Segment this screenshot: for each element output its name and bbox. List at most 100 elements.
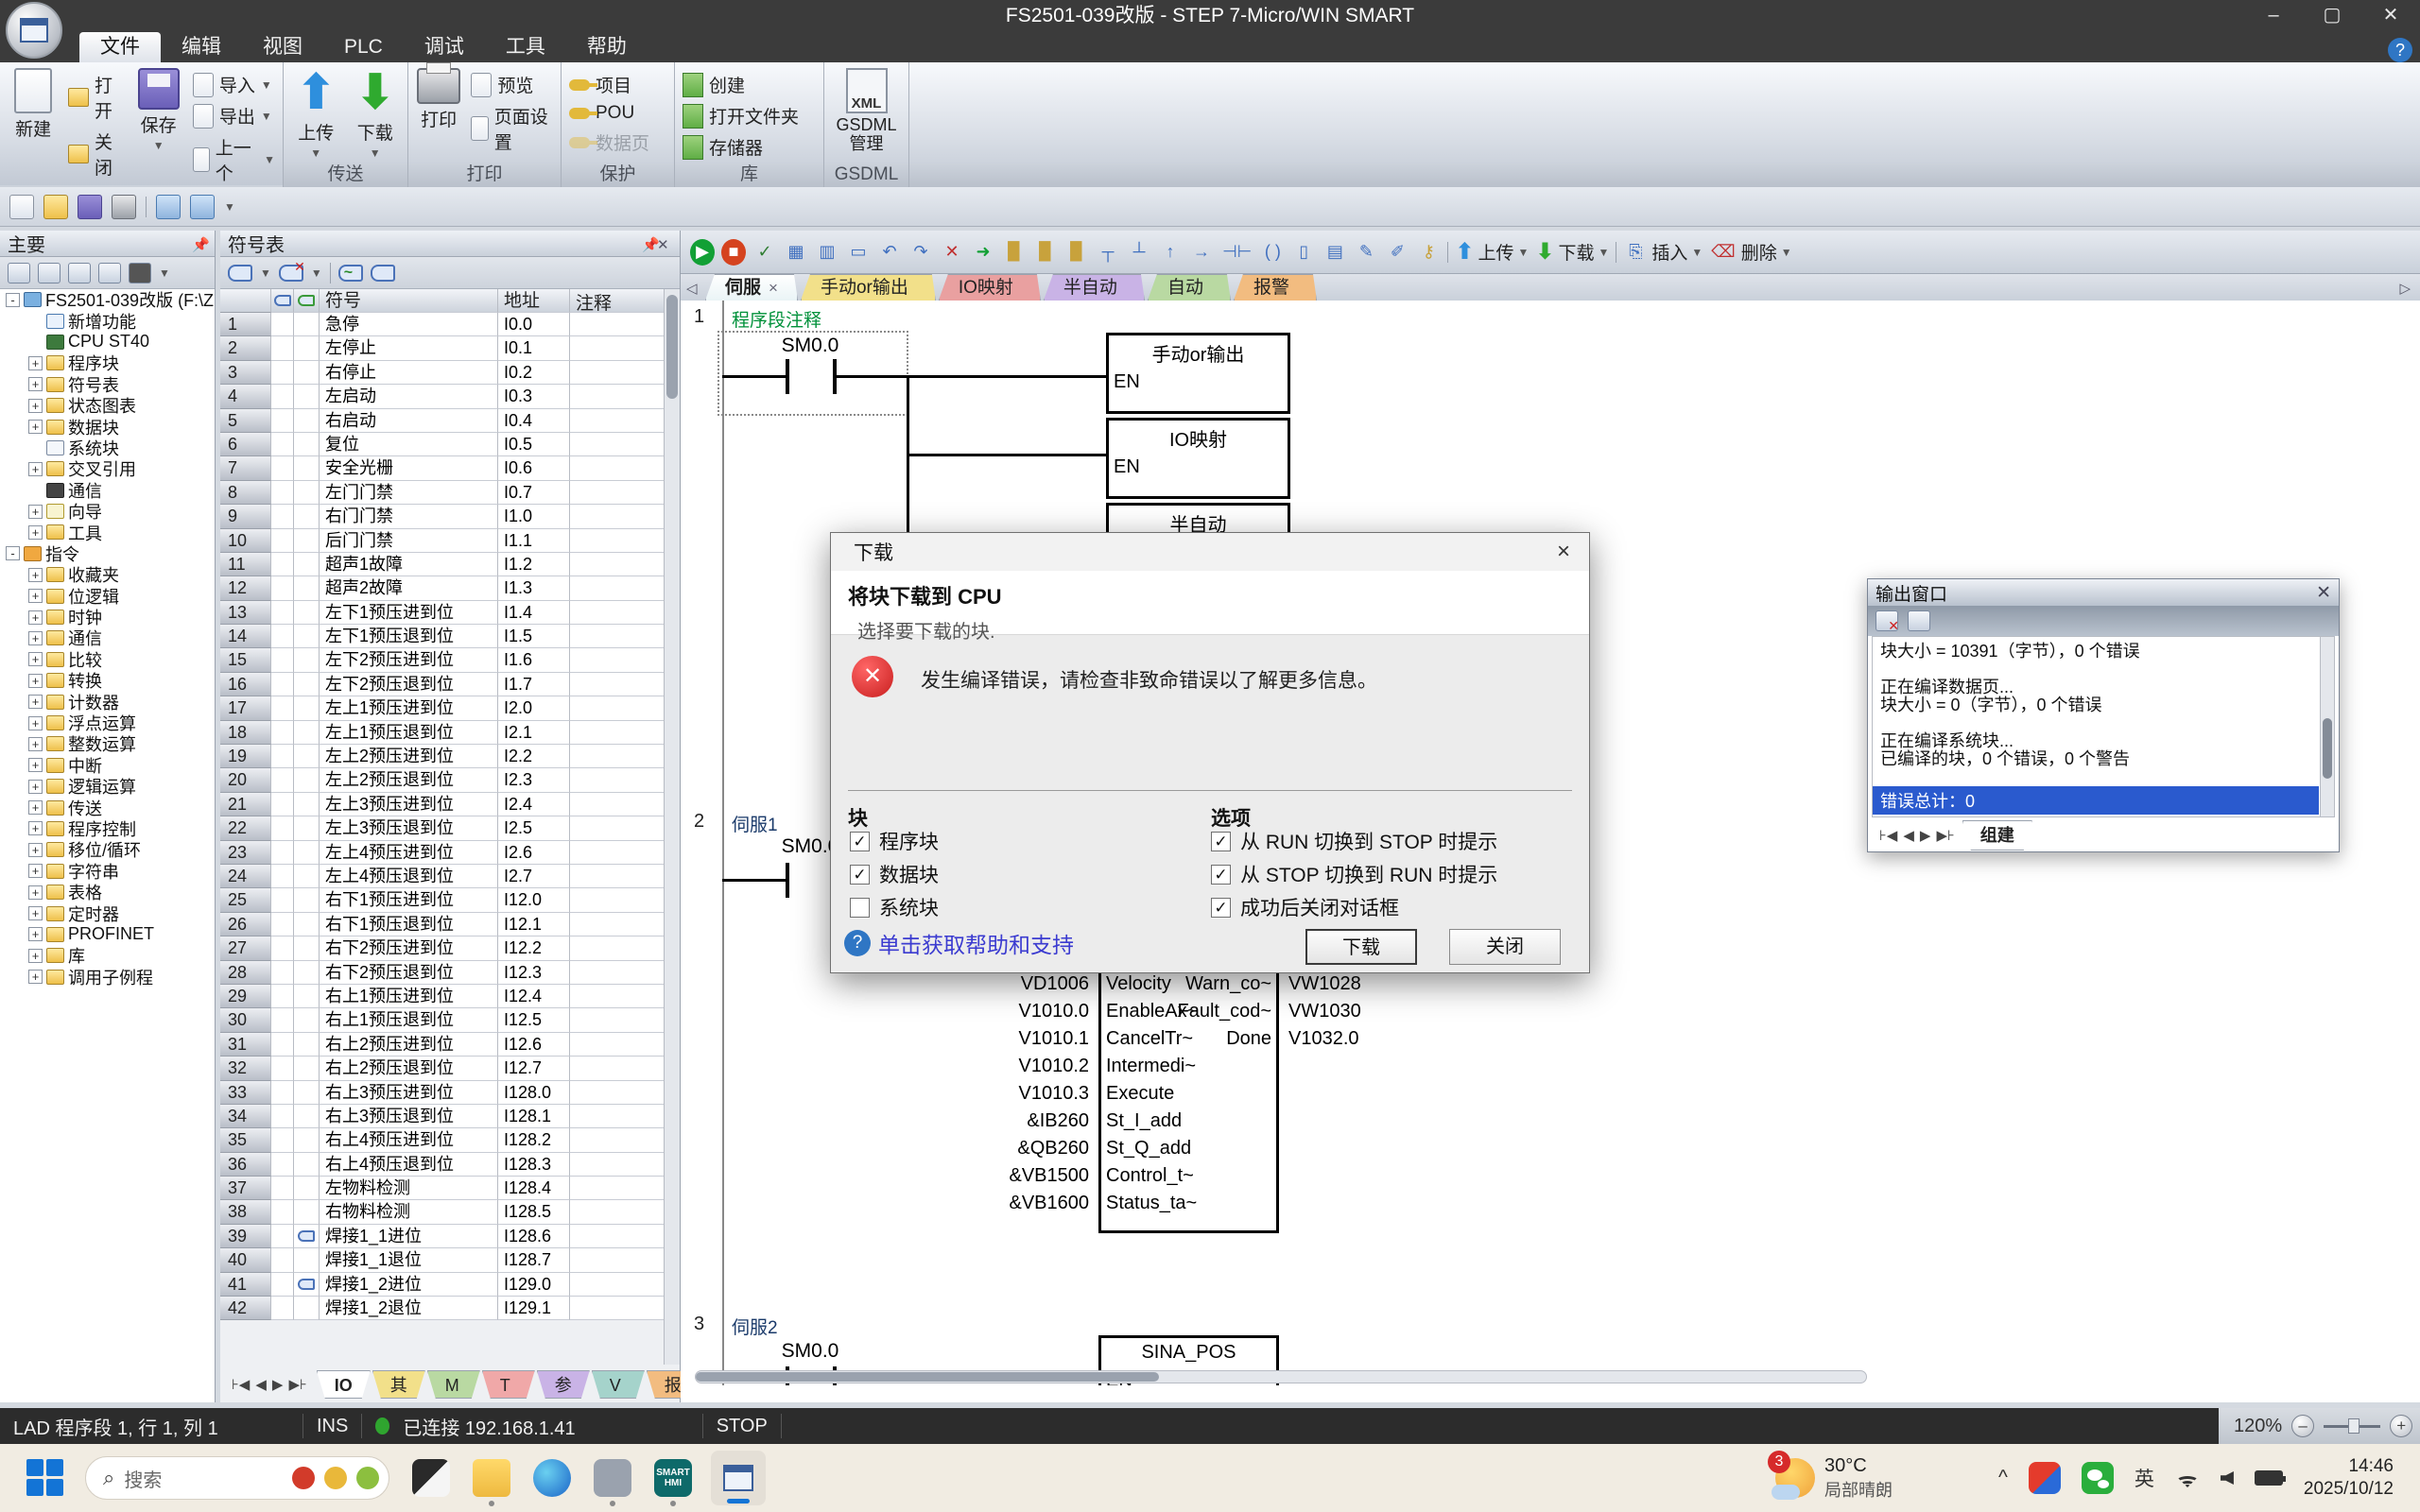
tree-expander-icon[interactable]: + xyxy=(28,737,43,751)
symbol-address-cell[interactable]: I2.0 xyxy=(498,696,570,720)
symbol-address-cell[interactable]: I1.3 xyxy=(498,576,570,600)
symbol-name-cell[interactable]: 左上1预压退到位 xyxy=(320,721,498,745)
protect-pou-button[interactable]: POU xyxy=(569,103,649,124)
tree-expander-icon[interactable]: + xyxy=(28,420,43,434)
symbol-tab[interactable]: T区 xyxy=(482,1370,535,1399)
symbol-comment-cell[interactable] xyxy=(570,1225,665,1248)
row-number[interactable]: 22 xyxy=(220,816,271,840)
symbol-tab[interactable]: 其他 xyxy=(372,1370,425,1399)
editor-tab[interactable]: 自动 xyxy=(1148,274,1231,301)
output-close-icon[interactable]: ✕ xyxy=(2316,582,2331,604)
symbol-comment-cell[interactable] xyxy=(570,1008,665,1032)
symbol-address-cell[interactable]: I1.5 xyxy=(498,625,570,648)
file-explorer-icon[interactable] xyxy=(473,1459,510,1497)
dialog-titlebar[interactable]: 下载 xyxy=(831,533,1589,571)
calculator-icon[interactable] xyxy=(594,1459,631,1497)
symbol-name-cell[interactable]: 左上2预压退到位 xyxy=(320,768,498,792)
symbol-address-cell[interactable]: I2.5 xyxy=(498,816,570,840)
insert-button[interactable]: ⎘插入▼ xyxy=(1623,239,1703,266)
symbol-name-cell[interactable]: 右上3预压退到位 xyxy=(320,1105,498,1128)
smart-hmi-icon[interactable]: SMART HMI xyxy=(654,1459,692,1497)
tab-nav-arrows[interactable]: ⊦◀◀▶▶⊦ xyxy=(224,1370,315,1399)
tree-item[interactable]: + 状态图表 xyxy=(0,395,215,416)
row-number[interactable]: 30 xyxy=(220,1008,271,1032)
symbol-address-cell[interactable]: I0.2 xyxy=(498,361,570,385)
block-checkbox-row[interactable]: ✓ 程序块 xyxy=(850,830,939,852)
symbol-address-cell[interactable]: I0.5 xyxy=(498,433,570,456)
upload-button[interactable]: ⬆ 上传▼ xyxy=(291,68,341,163)
symbol-name-cell[interactable]: 左下1预压进到位 xyxy=(320,601,498,625)
row-number[interactable]: 8 xyxy=(220,481,271,505)
start-button[interactable] xyxy=(26,1459,64,1497)
tree-item[interactable]: + 向导 xyxy=(0,501,215,522)
tab-scroll-left-icon[interactable]: ◁ xyxy=(686,280,698,297)
symbol-name-cell[interactable]: 右下1预压退到位 xyxy=(320,913,498,936)
editor-download-button[interactable]: ⬇下载▼ xyxy=(1535,238,1609,266)
help-icon[interactable]: ? xyxy=(2388,38,2412,62)
symbol-row[interactable]: 9 右门门禁 I1.0 xyxy=(220,505,665,528)
import-symbol-icon[interactable] xyxy=(371,265,395,282)
tree-item[interactable]: + 逻辑运算 xyxy=(0,776,215,797)
tree-item[interactable]: + 中断 xyxy=(0,755,215,776)
toolbar-overflow-icon[interactable]: ▼ xyxy=(159,266,170,280)
symbol-name-cell[interactable]: 右上2预压进到位 xyxy=(320,1033,498,1057)
tree-item[interactable]: - 指令 xyxy=(0,543,215,564)
tree-item[interactable]: + 位逻辑 xyxy=(0,585,215,606)
row-number[interactable]: 42 xyxy=(220,1297,271,1320)
open-button[interactable]: 打开 xyxy=(68,72,124,123)
print-button[interactable]: 打印 xyxy=(416,68,461,163)
tree-item[interactable]: + 转换 xyxy=(0,670,215,691)
symbol-address-cell[interactable]: I12.0 xyxy=(498,888,570,912)
symbol-comment-cell[interactable] xyxy=(570,1200,665,1224)
symbol-address-cell[interactable]: I12.4 xyxy=(498,985,570,1008)
symbol-comment-cell[interactable] xyxy=(570,409,665,433)
tree-item[interactable]: - FS2501-039改版 (F:\ZM.. xyxy=(0,289,215,310)
pin-operand[interactable]: &IB260 xyxy=(966,1110,1089,1132)
row-number[interactable]: 3 xyxy=(220,361,271,385)
symbol-name-cell[interactable]: 右下1预压进到位 xyxy=(320,888,498,912)
add-symbol-icon[interactable] xyxy=(228,265,252,282)
symbol-name-cell[interactable]: 右上4预压退到位 xyxy=(320,1153,498,1177)
row-number[interactable]: 23 xyxy=(220,841,271,865)
tree-expander-icon[interactable]: + xyxy=(28,356,43,370)
quick-save-icon[interactable] xyxy=(78,195,102,219)
save-button[interactable]: 保存▼ xyxy=(133,68,182,185)
page-setup-button[interactable]: 页面设置 xyxy=(471,103,553,154)
network-comment[interactable]: 程序段注释 xyxy=(732,306,821,332)
ladder-toolbar-icon[interactable]: ▦ xyxy=(784,239,808,266)
symbol-address-cell[interactable]: I128.0 xyxy=(498,1081,570,1105)
symbol-row[interactable]: 13 左下1预压进到位 I1.4 xyxy=(220,601,665,625)
ladder-toolbar-icon[interactable]: ┴ xyxy=(1127,239,1151,266)
row-number[interactable]: 37 xyxy=(220,1177,271,1200)
symbol-address-cell[interactable]: I12.6 xyxy=(498,1033,570,1057)
toggle-panel-icon[interactable] xyxy=(190,195,215,219)
checkbox[interactable]: ✓ xyxy=(1211,898,1231,918)
zoom-out-button[interactable]: – xyxy=(2291,1415,2314,1437)
app-icon[interactable] xyxy=(6,2,62,59)
symbol-address-cell[interactable]: I2.6 xyxy=(498,841,570,865)
symbol-name-cell[interactable]: 左上2预压进到位 xyxy=(320,745,498,768)
symbol-row[interactable]: 27 右下2预压进到位 I12.2 xyxy=(220,936,665,960)
tree-item[interactable]: + 计数器 xyxy=(0,691,215,712)
symbol-row[interactable]: 31 右上2预压进到位 I12.6 xyxy=(220,1033,665,1057)
dialog-close-button[interactable]: × xyxy=(1557,539,1570,565)
tree-item[interactable]: 通信 xyxy=(0,480,215,501)
wifi-icon[interactable] xyxy=(2175,1469,2200,1487)
new-button[interactable]: 新建 xyxy=(8,68,59,185)
tree-expander-icon[interactable]: + xyxy=(28,716,43,730)
row-number[interactable]: 13 xyxy=(220,601,271,625)
option-checkbox-row[interactable]: ✓ 从 RUN 切换到 STOP 时提示 xyxy=(1211,830,1497,852)
symbol-row[interactable]: 39 焊接1_1进位 I128.6 xyxy=(220,1225,665,1248)
toggle-panel-icon[interactable] xyxy=(156,195,181,219)
row-number[interactable]: 32 xyxy=(220,1057,271,1080)
symbol-tab[interactable]: V区 xyxy=(592,1370,645,1399)
symbol-comment-cell[interactable] xyxy=(570,768,665,792)
symbol-name-cell[interactable]: 左上3预压进到位 xyxy=(320,793,498,816)
symbol-row[interactable]: 7 安全光栅 I0.6 xyxy=(220,456,665,480)
contact-label[interactable]: SM0.0 xyxy=(753,1340,867,1363)
row-number[interactable]: 31 xyxy=(220,1033,271,1057)
symbol-address-cell[interactable]: I12.7 xyxy=(498,1057,570,1080)
tree-tool-icon[interactable] xyxy=(68,263,91,284)
tab-scroll-right-icon[interactable]: ▷ xyxy=(2399,280,2411,297)
pin-operand[interactable]: &VB1500 xyxy=(966,1165,1089,1187)
